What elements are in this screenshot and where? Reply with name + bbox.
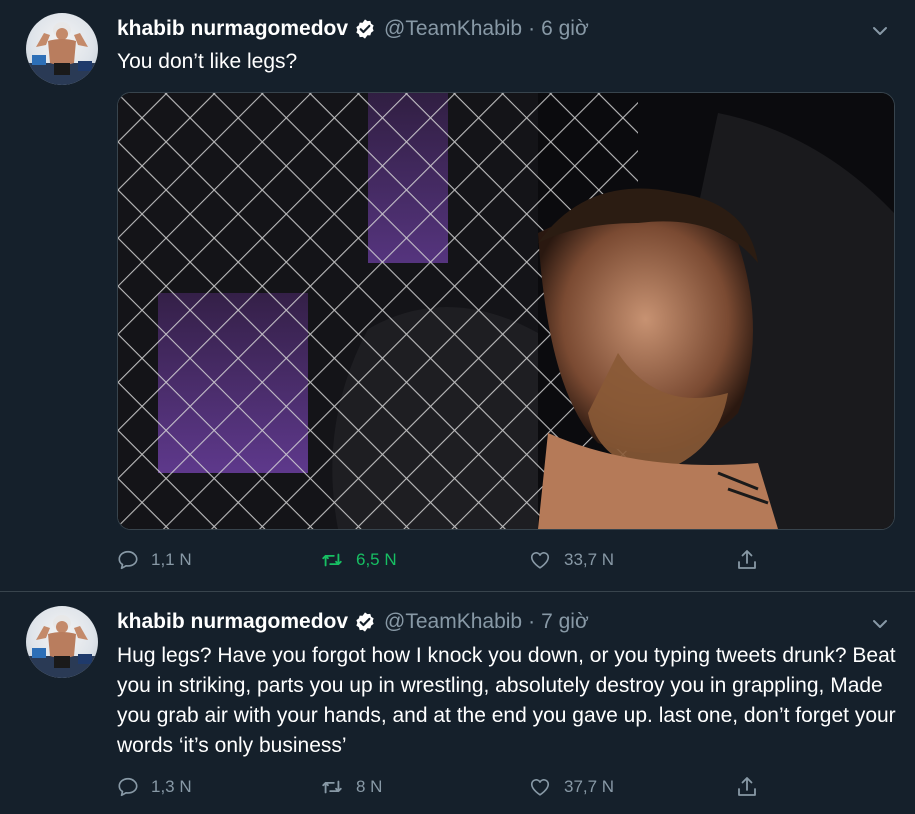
like-button[interactable]: 33,7 N — [528, 545, 614, 575]
tweet[interactable]: khabib nurmagomedov @TeamKhabib · 6 giờ … — [0, 0, 915, 592]
verified-badge-icon — [354, 18, 376, 40]
reply-count: 1,1 N — [151, 550, 192, 569]
reply-icon — [118, 777, 138, 797]
avatar[interactable] — [26, 13, 98, 85]
retweet-count: 8 N — [356, 777, 383, 796]
retweet-count: 6,5 N — [356, 550, 397, 569]
share-button[interactable] — [735, 772, 771, 802]
reply-icon — [118, 550, 138, 570]
cage-photo — [118, 93, 894, 529]
like-count: 33,7 N — [564, 550, 615, 569]
chevron-down-icon[interactable] — [871, 615, 889, 633]
separator-dot: · — [528, 610, 536, 633]
like-button[interactable]: 37,7 N — [528, 772, 614, 802]
share-button[interactable] — [735, 545, 771, 575]
tweet-actions: 1,1 N 6,5 N 33,7 N — [117, 545, 757, 575]
tweet-timestamp[interactable]: 7 giờ — [541, 610, 589, 634]
tweet-timestamp[interactable]: 6 giờ — [541, 17, 589, 41]
tweet-header: khabib nurmagomedov @TeamKhabib · 7 giờ — [117, 607, 589, 637]
avatar-fighter-image — [26, 615, 98, 678]
separator-dot: · — [528, 17, 536, 40]
author-name[interactable]: khabib nurmagomedov — [117, 610, 348, 634]
tweet-text: Hug legs? Have you forgot how I knock yo… — [117, 644, 896, 757]
reply-button[interactable]: 1,3 N — [117, 772, 192, 802]
author-name[interactable]: khabib nurmagomedov — [117, 17, 348, 41]
reply-button[interactable]: 1,1 N — [117, 545, 192, 575]
share-icon — [738, 777, 756, 796]
retweet-button[interactable]: 6,5 N — [320, 545, 397, 575]
heart-icon — [530, 779, 550, 796]
tweet[interactable]: khabib nurmagomedov @TeamKhabib · 7 giờ … — [0, 592, 915, 814]
tweet-header: khabib nurmagomedov @TeamKhabib · 6 giờ — [117, 14, 589, 44]
tweet-actions: 1,3 N 8 N 37,7 N — [117, 772, 757, 802]
retweet-icon — [322, 553, 342, 567]
share-icon — [738, 550, 756, 569]
heart-icon — [530, 552, 550, 569]
reply-count: 1,3 N — [151, 777, 192, 796]
like-count: 37,7 N — [564, 777, 615, 796]
avatar-fighter-image — [26, 22, 98, 85]
author-handle[interactable]: @TeamKhabib — [384, 610, 522, 634]
tweet-media-image[interactable] — [117, 92, 895, 530]
avatar[interactable] — [26, 606, 98, 678]
verified-badge-icon — [354, 611, 376, 633]
author-handle[interactable]: @TeamKhabib — [384, 17, 522, 41]
retweet-icon — [322, 780, 342, 794]
tweet-text: You don’t like legs? — [117, 50, 298, 73]
chevron-down-icon[interactable] — [871, 22, 889, 40]
retweet-button[interactable]: 8 N — [320, 772, 382, 802]
